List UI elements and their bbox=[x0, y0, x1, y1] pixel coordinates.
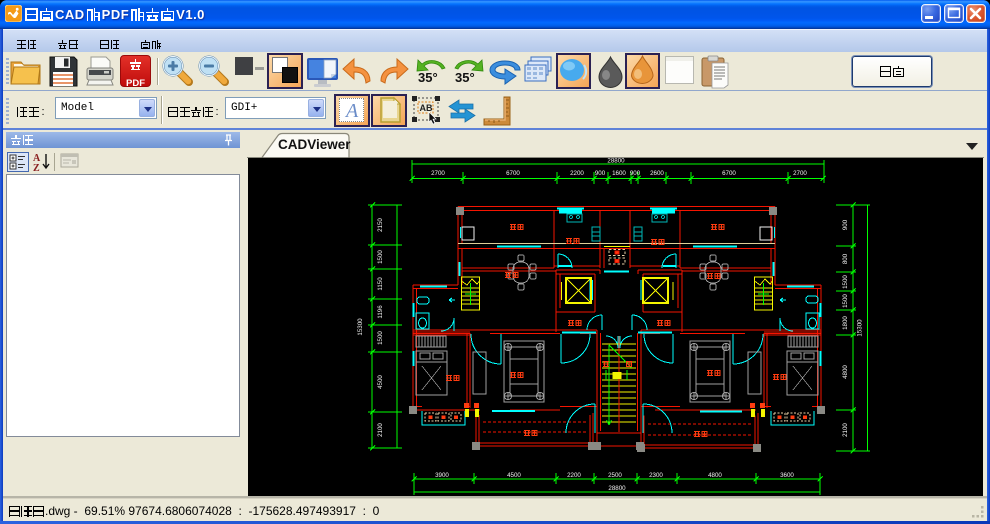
svg-text:1500: 1500 bbox=[842, 275, 849, 289]
svg-text:35°: 35° bbox=[418, 70, 438, 85]
svg-text:2500: 2500 bbox=[608, 472, 622, 479]
svg-text:15300: 15300 bbox=[357, 318, 364, 336]
svg-text:2700: 2700 bbox=[431, 170, 445, 177]
svg-text:2100: 2100 bbox=[377, 423, 384, 437]
svg-text:1500: 1500 bbox=[842, 294, 849, 308]
svg-text:4800: 4800 bbox=[708, 472, 722, 479]
svg-text:1500: 1500 bbox=[377, 250, 384, 264]
svg-text:28800: 28800 bbox=[608, 485, 626, 492]
svg-text:2200: 2200 bbox=[567, 472, 581, 479]
svg-text:900: 900 bbox=[842, 219, 849, 230]
svg-text:2200: 2200 bbox=[570, 170, 584, 177]
svg-text:4500: 4500 bbox=[377, 375, 384, 389]
svg-text:1150: 1150 bbox=[377, 277, 384, 291]
svg-text:35°: 35° bbox=[455, 70, 475, 85]
svg-text:15300: 15300 bbox=[857, 319, 864, 337]
svg-text:6700: 6700 bbox=[722, 170, 736, 177]
svg-text:AB: AB bbox=[420, 103, 433, 113]
svg-text:CADViewer: CADViewer bbox=[278, 137, 351, 152]
svg-text:1600: 1600 bbox=[612, 170, 626, 177]
svg-text:2100: 2100 bbox=[842, 423, 849, 437]
svg-text:3600: 3600 bbox=[780, 472, 794, 479]
svg-text:1800: 1800 bbox=[842, 316, 849, 330]
svg-text:4500: 4500 bbox=[507, 472, 521, 479]
svg-text:4800: 4800 bbox=[842, 365, 849, 379]
svg-text:1196: 1196 bbox=[377, 305, 384, 319]
svg-text:2700: 2700 bbox=[793, 170, 807, 177]
svg-text:900: 900 bbox=[630, 170, 641, 177]
svg-text:2600: 2600 bbox=[650, 170, 664, 177]
svg-text:900: 900 bbox=[595, 170, 606, 177]
svg-text:800: 800 bbox=[842, 253, 849, 264]
svg-text:1500: 1500 bbox=[377, 331, 384, 345]
svg-text:2150: 2150 bbox=[377, 218, 384, 232]
svg-text:3900: 3900 bbox=[435, 472, 449, 479]
svg-text:2300: 2300 bbox=[649, 472, 663, 479]
svg-text:Z: Z bbox=[33, 163, 40, 172]
svg-text:28800: 28800 bbox=[607, 158, 625, 165]
svg-text:6700: 6700 bbox=[506, 170, 520, 177]
